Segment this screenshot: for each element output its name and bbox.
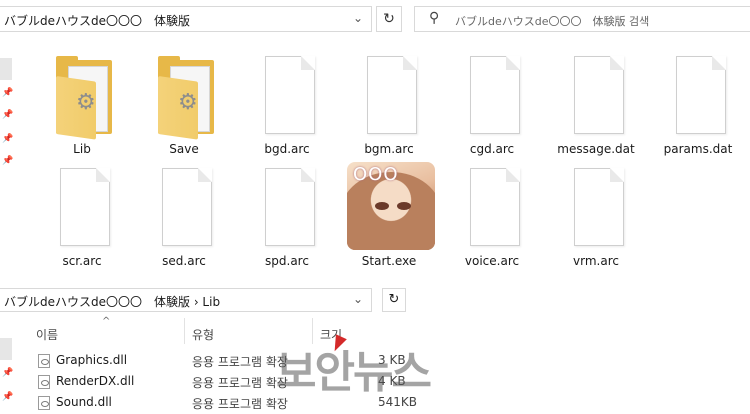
- refresh-button[interactable]: ↻: [376, 6, 402, 32]
- app-logo-text: ООО: [353, 164, 399, 185]
- item-label: params.dat: [663, 142, 733, 156]
- row-name: Sound.dll: [56, 395, 112, 409]
- column-header-name[interactable]: 이름: [36, 326, 58, 343]
- search-placeholder[interactable]: バブルdeハウスde〇〇〇 体験版 검색: [455, 13, 649, 29]
- item-label: voice.arc: [464, 254, 520, 268]
- row-type: 응용 프로그램 확장: [192, 355, 288, 369]
- address-bar[interactable]: バブルdeハウスde〇〇〇 体験版 ⌄: [0, 6, 372, 32]
- file-icon: [60, 168, 110, 246]
- item-label: bgm.arc: [364, 142, 414, 156]
- pin-icon[interactable]: 📌: [2, 156, 13, 166]
- nav-selected-block[interactable]: [0, 58, 12, 80]
- nav-pane-strip: 📌 📌 📌 📌: [0, 56, 13, 176]
- refresh-icon: ↻: [388, 292, 400, 307]
- gear-icon: ⚙: [76, 90, 96, 115]
- item-label: scr.arc: [62, 254, 102, 268]
- file-icon: [367, 56, 417, 134]
- file-icon: [265, 168, 315, 246]
- item-label: vrm.arc: [573, 254, 619, 268]
- file-icon: [574, 56, 624, 134]
- row-name: Graphics.dll: [56, 353, 128, 367]
- address-path[interactable]: バブルdeハウスde〇〇〇 体験版 › Lib: [4, 293, 220, 310]
- refresh-button[interactable]: ↻: [382, 288, 406, 312]
- pin-icon[interactable]: 📌: [2, 134, 13, 144]
- file-icon: [574, 168, 624, 246]
- row-name: RenderDX.dll: [56, 374, 135, 388]
- folder-icon: ⚙: [156, 56, 218, 140]
- pin-icon[interactable]: 📌: [2, 368, 13, 378]
- chevron-down-icon[interactable]: ⌄: [353, 11, 363, 25]
- pin-icon[interactable]: 📌: [2, 392, 13, 402]
- row-type: 응용 프로그램 확장: [192, 397, 288, 411]
- column-header-type[interactable]: 유형: [192, 326, 214, 343]
- item-label: cgd.arc: [469, 142, 515, 156]
- sort-ascending-icon: ^: [102, 316, 111, 327]
- watermark: 보안뉴스: [276, 347, 432, 398]
- item-label: Save: [169, 142, 199, 156]
- file-icon: [676, 56, 726, 134]
- item-label: bgd.arc: [264, 142, 310, 156]
- pin-icon[interactable]: 📌: [2, 110, 13, 120]
- item-label: spd.arc: [265, 254, 309, 268]
- app-icon: ООО: [347, 162, 435, 250]
- item-label: Start.exe: [361, 254, 417, 268]
- dll-file-icon: [38, 396, 50, 410]
- file-icon: [470, 56, 520, 134]
- dll-file-icon: [38, 354, 50, 368]
- gear-icon: ⚙: [178, 90, 198, 115]
- address-path[interactable]: バブルdeハウスde〇〇〇 体験版: [4, 12, 190, 29]
- address-bar-lib[interactable]: バブルdeハウスde〇〇〇 体験版 › Lib ⌄: [0, 288, 372, 312]
- row-type: 응용 프로그램 확장: [192, 376, 288, 390]
- chevron-down-icon[interactable]: ⌄: [353, 292, 363, 306]
- search-icon: ⚲: [429, 10, 440, 26]
- file-icon: [470, 168, 520, 246]
- item-label: message.dat: [557, 142, 635, 156]
- pin-icon[interactable]: 📌: [2, 88, 13, 98]
- file-icon: [265, 56, 315, 134]
- column-divider[interactable]: [184, 318, 185, 344]
- search-box[interactable]: ⚲ バブルdeハウスde〇〇〇 体験版 검색: [414, 6, 750, 32]
- dll-file-icon: [38, 375, 50, 389]
- item-label: sed.arc: [162, 254, 206, 268]
- folder-icon: ⚙: [54, 56, 116, 140]
- nav-selected-block[interactable]: [0, 338, 12, 360]
- file-icon: [162, 168, 212, 246]
- refresh-icon: ↻: [383, 11, 395, 27]
- item-label: Lib: [73, 142, 91, 156]
